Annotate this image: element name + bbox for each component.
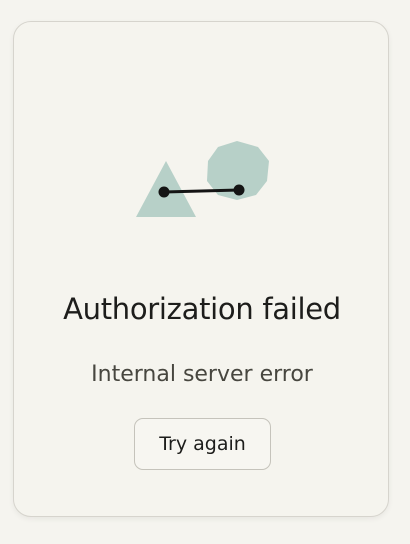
error-message: Internal server error — [91, 362, 313, 387]
connector-line — [162, 188, 241, 194]
connector-dot-right — [233, 184, 245, 196]
connector-dot-left — [158, 186, 170, 198]
disconnected-shapes-icon — [136, 141, 269, 217]
error-card: Authorization failed Internal server err… — [13, 21, 389, 517]
try-again-button[interactable]: Try again — [134, 418, 271, 470]
error-title: Authorization failed — [63, 292, 341, 326]
